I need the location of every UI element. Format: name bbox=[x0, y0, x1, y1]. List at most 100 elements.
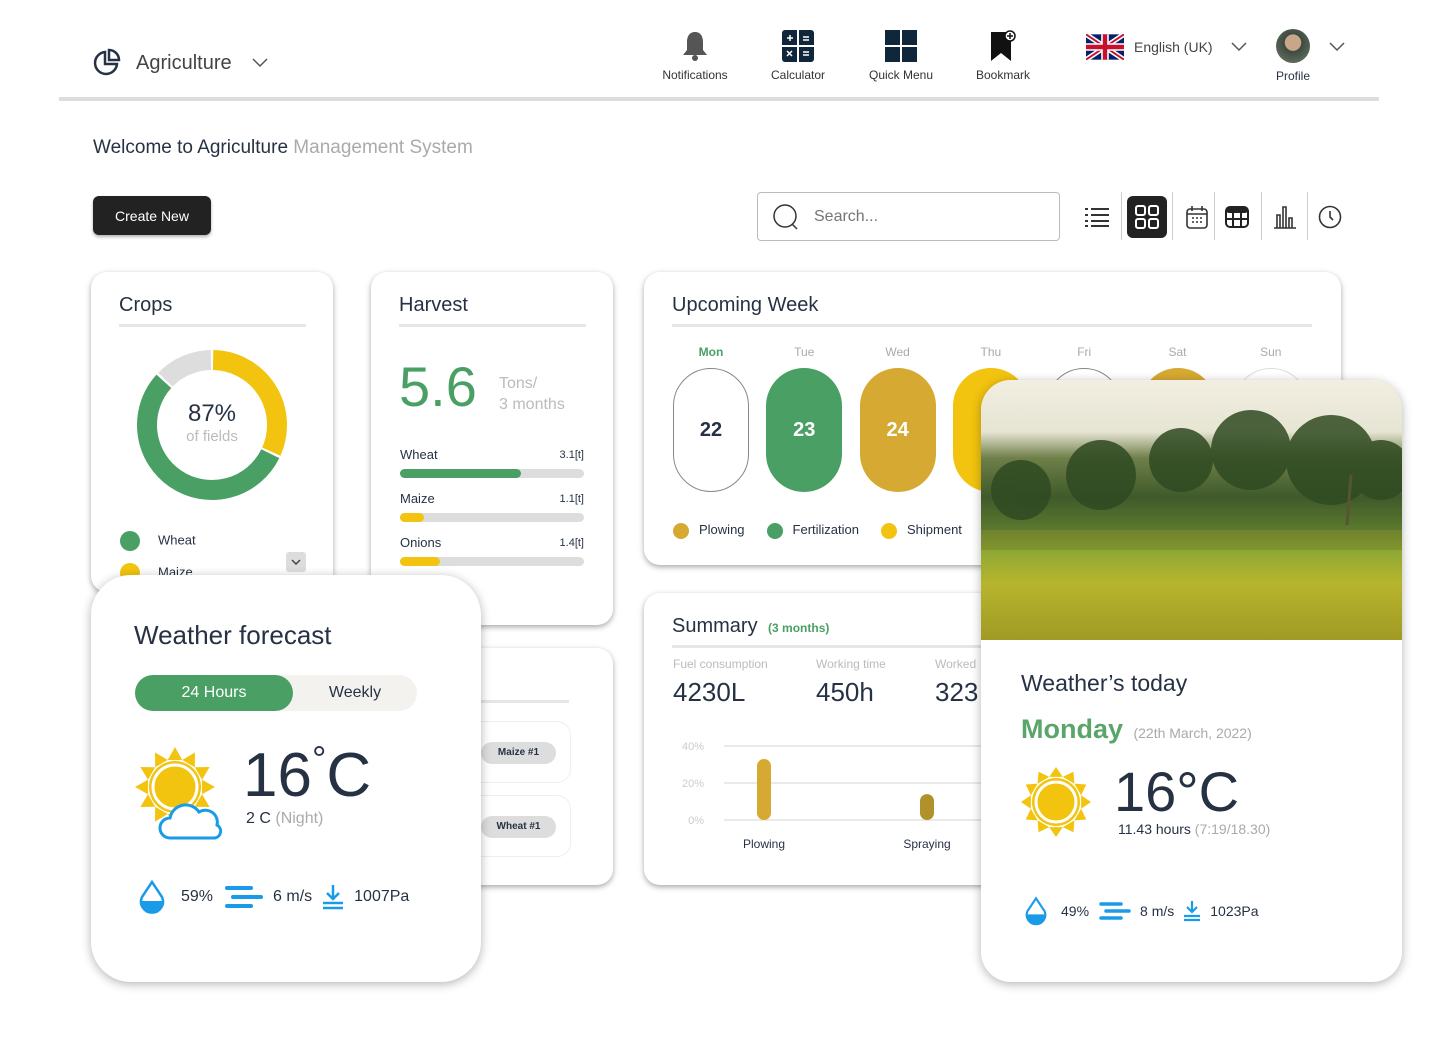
card-title: Summary bbox=[672, 615, 758, 637]
table-view-button[interactable] bbox=[1220, 200, 1254, 234]
day-label: Sat bbox=[1168, 345, 1187, 359]
today-date: (22th March, 2022) bbox=[1133, 725, 1252, 741]
sun-times: (7:19/18.30) bbox=[1194, 821, 1271, 837]
humidity-drop-icon bbox=[1025, 896, 1047, 926]
forecast-conditions: 59% 6 m/s 1007Pa bbox=[139, 880, 409, 914]
sun-ray bbox=[1049, 827, 1063, 837]
stat-label: Fuel consumption bbox=[673, 657, 768, 671]
forecast-tabs: 24 Hours Weekly bbox=[135, 675, 417, 711]
day-pill[interactable]: 22 bbox=[673, 368, 749, 492]
divider bbox=[1261, 192, 1262, 240]
forecast-temp: 16°C bbox=[243, 738, 372, 811]
harvest-item-value: 1.1[t] bbox=[559, 493, 584, 505]
app-switcher[interactable]: Agriculture bbox=[92, 48, 268, 78]
pie-chart-icon bbox=[93, 48, 121, 76]
crops-percent: 87% bbox=[187, 400, 237, 427]
card-title: Harvest bbox=[399, 294, 468, 316]
calendar-icon bbox=[1186, 206, 1208, 229]
legend-item: Wheat bbox=[120, 531, 196, 551]
harvest-card: Harvest 5.6 Tons/3 months Wheat 3.1[t] Mai… bbox=[371, 272, 613, 625]
stat-value: 450h bbox=[816, 677, 874, 707]
harvest-item-value: 3.1[t] bbox=[559, 449, 584, 461]
today-conditions: 49% 8 m/s 1023Pa bbox=[1025, 896, 1259, 926]
grid-icon bbox=[885, 30, 917, 62]
x-tick-label: Plowing bbox=[743, 837, 785, 851]
avatar bbox=[1276, 29, 1310, 63]
pressure-icon bbox=[323, 885, 344, 910]
grid-icon bbox=[1135, 205, 1159, 229]
quick-menu-button[interactable]: Quick Menu bbox=[856, 30, 946, 82]
bar-plowing bbox=[757, 758, 771, 820]
period: (3 months) bbox=[768, 621, 830, 635]
history-view-button[interactable] bbox=[1313, 200, 1347, 234]
harvest-item-label: Maize bbox=[400, 491, 435, 506]
today-day: Monday bbox=[1021, 714, 1124, 744]
calculator-icon bbox=[782, 30, 814, 62]
calculator-button[interactable]: Calculator bbox=[753, 30, 843, 82]
legend-dropdown-button[interactable] bbox=[286, 552, 306, 572]
harvest-progress-bar bbox=[400, 557, 584, 566]
harvest-item-label: Onions bbox=[400, 535, 442, 550]
header-divider bbox=[59, 97, 1379, 101]
day-label: Mon bbox=[698, 345, 724, 359]
clock-icon bbox=[1318, 205, 1342, 229]
unit: 3 months bbox=[499, 396, 565, 413]
search-box[interactable] bbox=[757, 192, 1060, 241]
field-photo bbox=[981, 380, 1402, 640]
day-label: Fri bbox=[1077, 345, 1092, 359]
day-pill[interactable]: 23 bbox=[766, 368, 843, 492]
sun-icon bbox=[1021, 767, 1091, 837]
bookmark-icon bbox=[991, 30, 1016, 61]
page-title: Welcome to Agriculture Management System bbox=[93, 137, 473, 158]
bar-spraying bbox=[920, 794, 934, 820]
unit: Tons/ bbox=[499, 375, 538, 392]
list-view-button[interactable] bbox=[1080, 200, 1114, 234]
profile-chevron-icon[interactable] bbox=[1329, 42, 1345, 52]
y-tick-label: 0% bbox=[688, 815, 704, 827]
day-label: Sun bbox=[1260, 345, 1282, 359]
chevron-down-icon bbox=[252, 58, 268, 68]
stat-label: Worked bbox=[935, 657, 977, 671]
profile-button[interactable]: Profile bbox=[1268, 29, 1318, 83]
card-title: Weather forecast bbox=[134, 620, 332, 650]
sun-ray bbox=[167, 747, 183, 760]
card-title: Weather’s today bbox=[1021, 670, 1188, 696]
sun-ray bbox=[135, 779, 148, 795]
pressure-icon bbox=[1184, 901, 1201, 922]
crops-sub: of fields bbox=[186, 428, 238, 445]
harvest-item-label: Wheat bbox=[400, 447, 438, 462]
bell-icon bbox=[683, 32, 707, 61]
tag[interactable]: Wheat #1 bbox=[481, 816, 556, 838]
weather-today-card: Weather’s today Monday (22th March, 2022… bbox=[981, 380, 1402, 982]
bookmark-button[interactable]: Bookmark bbox=[958, 30, 1048, 82]
day-label: Wed bbox=[885, 345, 910, 359]
notifications-button[interactable]: Notifications bbox=[650, 30, 740, 82]
calendar-view-button[interactable] bbox=[1180, 200, 1214, 234]
harvest-progress-bar bbox=[400, 513, 584, 522]
tab-weekly[interactable]: Weekly bbox=[293, 675, 417, 711]
humidity-drop-icon bbox=[139, 880, 165, 914]
day-pill[interactable]: 24 bbox=[859, 368, 936, 492]
chevron-down-icon bbox=[291, 559, 301, 565]
y-tick-label: 20% bbox=[682, 778, 704, 790]
stat-label: Working time bbox=[816, 657, 886, 671]
uk-flag-icon bbox=[1086, 34, 1124, 60]
tab-24-hours[interactable]: 24 Hours bbox=[135, 675, 293, 711]
search-input[interactable] bbox=[814, 207, 1034, 226]
card-title: Crops bbox=[119, 294, 173, 316]
tag[interactable]: Maize #1 bbox=[481, 742, 556, 764]
create-new-button[interactable]: Create New bbox=[93, 196, 211, 235]
wheat-dot bbox=[120, 531, 140, 551]
divider bbox=[1121, 192, 1122, 240]
chevron-down-icon bbox=[1231, 42, 1247, 52]
divider bbox=[1172, 192, 1173, 240]
divider bbox=[1307, 192, 1308, 240]
daylight-hours: 11.43 hours bbox=[1118, 821, 1191, 837]
grid-view-button[interactable] bbox=[1127, 196, 1167, 238]
harvest-value: 5.6 bbox=[399, 355, 477, 418]
divider bbox=[1214, 192, 1215, 240]
app-title: Agriculture bbox=[136, 51, 232, 74]
language-selector[interactable]: English (UK) bbox=[1086, 34, 1247, 60]
chart-view-button[interactable] bbox=[1268, 200, 1302, 234]
harvest-progress-bar bbox=[400, 469, 584, 478]
